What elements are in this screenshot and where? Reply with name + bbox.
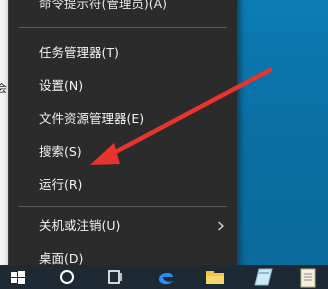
menu-separator (19, 206, 227, 207)
menu-item-search[interactable]: 搜索(S) (9, 135, 237, 169)
menu-item-label: 运行(R) (39, 177, 83, 192)
menu-item-task-manager[interactable]: 任务管理器(T) (9, 36, 237, 70)
menu-item-shutdown-signout[interactable]: 关机或注销(U) (9, 209, 237, 243)
menu-item-label: 任务管理器(T) (39, 45, 119, 60)
menu-item-settings[interactable]: 设置(N) (9, 69, 237, 103)
menu-item-file-explorer[interactable]: 文件资源管理器(E) (9, 102, 237, 136)
menu-item-label: 文件资源管理器(E) (39, 111, 145, 126)
file-explorer-icon[interactable] (202, 265, 228, 289)
menu-item-run[interactable]: 运行(R) (9, 168, 237, 202)
menu-item-label: 桌面(D) (39, 251, 84, 266)
menu-item-label: 命令提示符(管理员)(A) (39, 0, 168, 11)
notepad-icon[interactable] (296, 265, 320, 289)
menu-separator (19, 27, 227, 28)
taskbar (0, 265, 328, 289)
menu-item-label: 搜索(S) (39, 144, 82, 159)
task-view-icon[interactable] (104, 265, 126, 289)
menu-item-label: 关机或注销(U) (39, 218, 121, 233)
menu-item-command-prompt-admin[interactable]: 命令提示符(管理员)(A) (9, 0, 237, 21)
chevron-right-icon (218, 221, 224, 231)
edge-browser-icon[interactable] (154, 265, 178, 289)
menu-item-label: 设置(N) (39, 78, 84, 93)
windows-start-icon[interactable] (8, 265, 28, 289)
background-window-text: 会 (0, 82, 7, 95)
desktop-screen: 会 命令提示符(管理员)(A) 任务管理器(T) 设置(N) 文件资源管理器(E… (0, 0, 328, 289)
cortana-search-icon[interactable] (56, 265, 78, 289)
store-icon[interactable] (250, 265, 276, 289)
winx-context-menu: 命令提示符(管理员)(A) 任务管理器(T) 设置(N) 文件资源管理器(E) … (8, 0, 238, 267)
